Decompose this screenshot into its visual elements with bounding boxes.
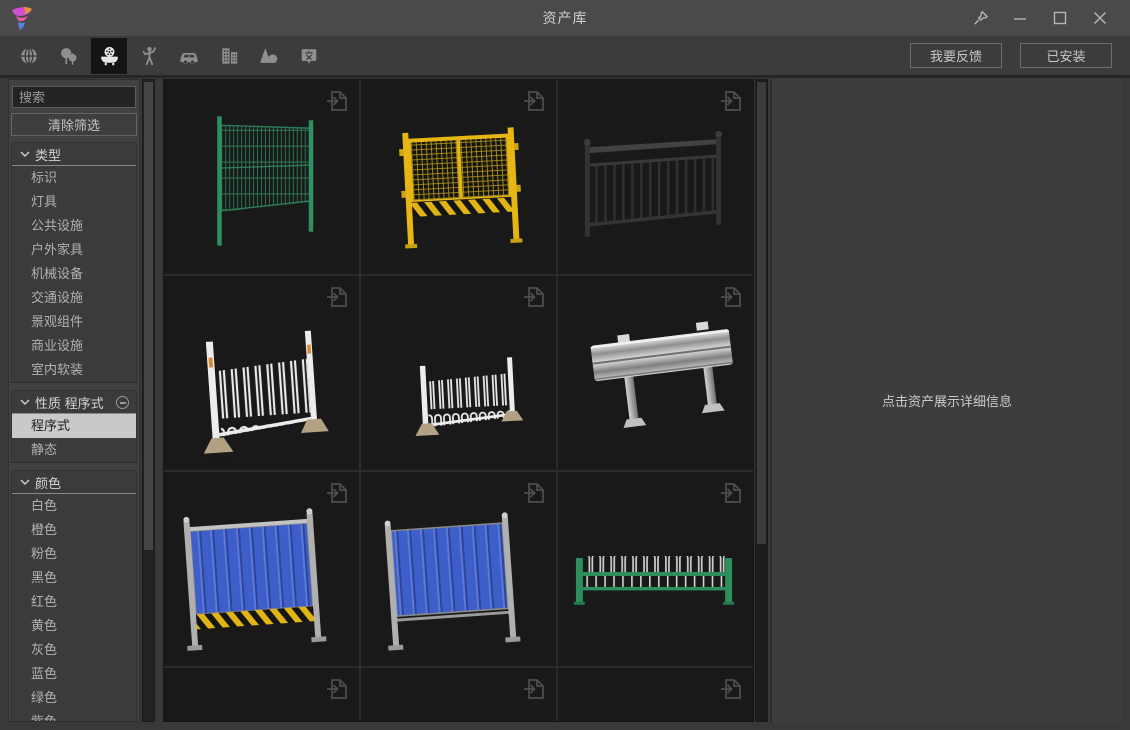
details-placeholder-text: 点击资产展示详细信息	[882, 391, 1012, 410]
asset-card-blue-hoarding[interactable]	[361, 472, 556, 666]
primitives-icon	[258, 45, 280, 67]
filter-item[interactable]: 机械设备	[12, 262, 136, 286]
installed-button[interactable]: 已安装	[1020, 43, 1112, 68]
building-icon	[218, 44, 241, 67]
filter-item[interactable]: 白色	[12, 494, 136, 518]
export-icon[interactable]	[521, 284, 547, 310]
filter-item[interactable]: 灰色	[12, 638, 136, 662]
filter-section-title: 性质 程序式	[35, 393, 104, 412]
filter-item[interactable]: 橙色	[12, 518, 136, 542]
asset-card-blue-hoarding-striped[interactable]	[164, 472, 359, 666]
filter-item[interactable]: 粉色	[12, 542, 136, 566]
toolbar-actions: 我要反馈 已安装	[910, 43, 1112, 68]
export-icon[interactable]	[521, 88, 547, 114]
asset-card-partial[interactable]	[558, 668, 753, 722]
filter-item[interactable]: 绿色	[12, 686, 136, 710]
tab-primitives[interactable]	[251, 38, 287, 74]
filter-section: 颜色白色橙色粉色黑色红色黄色灰色蓝色绿色紫色	[11, 470, 137, 721]
export-icon[interactable]	[521, 676, 547, 702]
asset-card-yellow-safety-fence[interactable]	[361, 80, 556, 274]
chevron-down-icon	[20, 151, 30, 157]
filter-item[interactable]: 程序式	[12, 414, 136, 438]
chevron-down-icon	[20, 399, 30, 405]
export-icon[interactable]	[521, 480, 547, 506]
asset-card-green-garden-fence[interactable]	[558, 472, 753, 666]
filter-item[interactable]: 交通设施	[12, 286, 136, 310]
export-icon[interactable]	[324, 480, 350, 506]
export-icon[interactable]	[718, 676, 744, 702]
tab-vehicle[interactable]	[171, 38, 207, 74]
asset-card-partial[interactable]	[164, 668, 359, 722]
filter-item[interactable]: 黑色	[12, 566, 136, 590]
asset-card-white-arch-barrier-small[interactable]	[361, 276, 556, 470]
filter-item[interactable]: 灯具	[12, 190, 136, 214]
asset-card-white-arch-barrier[interactable]	[164, 276, 359, 470]
minimize-button[interactable]	[1000, 0, 1040, 36]
filter-item[interactable]: 红色	[12, 590, 136, 614]
vegetation-icon	[58, 45, 80, 67]
export-icon[interactable]	[718, 88, 744, 114]
filter-item[interactable]: 室内软装	[12, 358, 136, 382]
grid-scrollbar-thumb[interactable]	[757, 82, 766, 544]
asset-card-partial[interactable]	[361, 668, 556, 722]
filter-item[interactable]: 紫色	[12, 710, 136, 721]
filter-item[interactable]: 标识	[12, 166, 136, 190]
export-icon[interactable]	[718, 284, 744, 310]
window-controls	[960, 0, 1120, 36]
filter-item[interactable]: 景观组件	[12, 310, 136, 334]
asset-grid-panel	[163, 79, 754, 722]
details-panel: 点击资产展示详细信息	[770, 79, 1122, 722]
asset-card-highway-guardrail[interactable]	[558, 276, 753, 470]
globe-icon	[18, 45, 40, 67]
tab-character[interactable]	[131, 38, 167, 74]
filter-item[interactable]: 户外家具	[12, 238, 136, 262]
filter-section-header[interactable]: 类型	[12, 143, 136, 166]
filter-section: 类型标识灯具公共设施户外家具机械设备交通设施景观组件商业设施室内软装	[11, 142, 137, 383]
titlebar: 资产库	[0, 0, 1130, 36]
asset-card-green-mesh-fence[interactable]	[164, 80, 359, 274]
asset-grid	[164, 80, 753, 722]
character-icon	[138, 45, 160, 67]
filter-section-title: 颜色	[35, 473, 61, 492]
chevron-down-icon	[20, 479, 30, 485]
pin-icon[interactable]	[960, 0, 1000, 36]
asset-card-black-railing[interactable]	[558, 80, 753, 274]
export-icon[interactable]	[324, 284, 350, 310]
export-icon[interactable]	[718, 480, 744, 506]
filter-section-title: 类型	[35, 145, 61, 164]
filter-item[interactable]: 静态	[12, 438, 136, 462]
tab-globe[interactable]	[11, 38, 47, 74]
filter-item[interactable]: 公共设施	[12, 214, 136, 238]
tab-decal[interactable]	[291, 38, 327, 74]
search-input[interactable]	[12, 86, 136, 108]
toolbar: 我要反馈 已安装	[0, 36, 1130, 78]
grid-scrollbar[interactable]	[755, 79, 768, 722]
clear-filters-button[interactable]: 清除筛选	[11, 113, 137, 136]
car-icon	[177, 44, 201, 68]
category-tabs	[11, 38, 327, 74]
filter-section-header[interactable]: 颜色	[12, 471, 136, 494]
filter-item[interactable]: 蓝色	[12, 662, 136, 686]
tab-building[interactable]	[211, 38, 247, 74]
filter-section: 性质 程序式程序式静态	[11, 390, 137, 463]
export-icon[interactable]	[324, 88, 350, 114]
decal-icon	[298, 45, 320, 67]
props-icon	[98, 44, 121, 67]
sidebar-scrollbar-thumb[interactable]	[144, 82, 153, 550]
filter-sidebar: 清除筛选 类型标识灯具公共设施户外家具机械设备交通设施景观组件商业设施室内软装性…	[8, 79, 140, 722]
remove-filter-icon[interactable]	[116, 396, 129, 409]
filter-item[interactable]: 商业设施	[12, 334, 136, 358]
maximize-button[interactable]	[1040, 0, 1080, 36]
tab-vegetation[interactable]	[51, 38, 87, 74]
feedback-button[interactable]: 我要反馈	[910, 43, 1002, 68]
filter-section-header[interactable]: 性质 程序式	[12, 391, 136, 414]
close-button[interactable]	[1080, 0, 1120, 36]
export-icon[interactable]	[324, 676, 350, 702]
filter-sections: 类型标识灯具公共设施户外家具机械设备交通设施景观组件商业设施室内软装性质 程序式…	[11, 142, 137, 721]
filter-item[interactable]: 黄色	[12, 614, 136, 638]
tab-props[interactable]	[91, 38, 127, 74]
sidebar-scrollbar[interactable]	[142, 79, 155, 722]
